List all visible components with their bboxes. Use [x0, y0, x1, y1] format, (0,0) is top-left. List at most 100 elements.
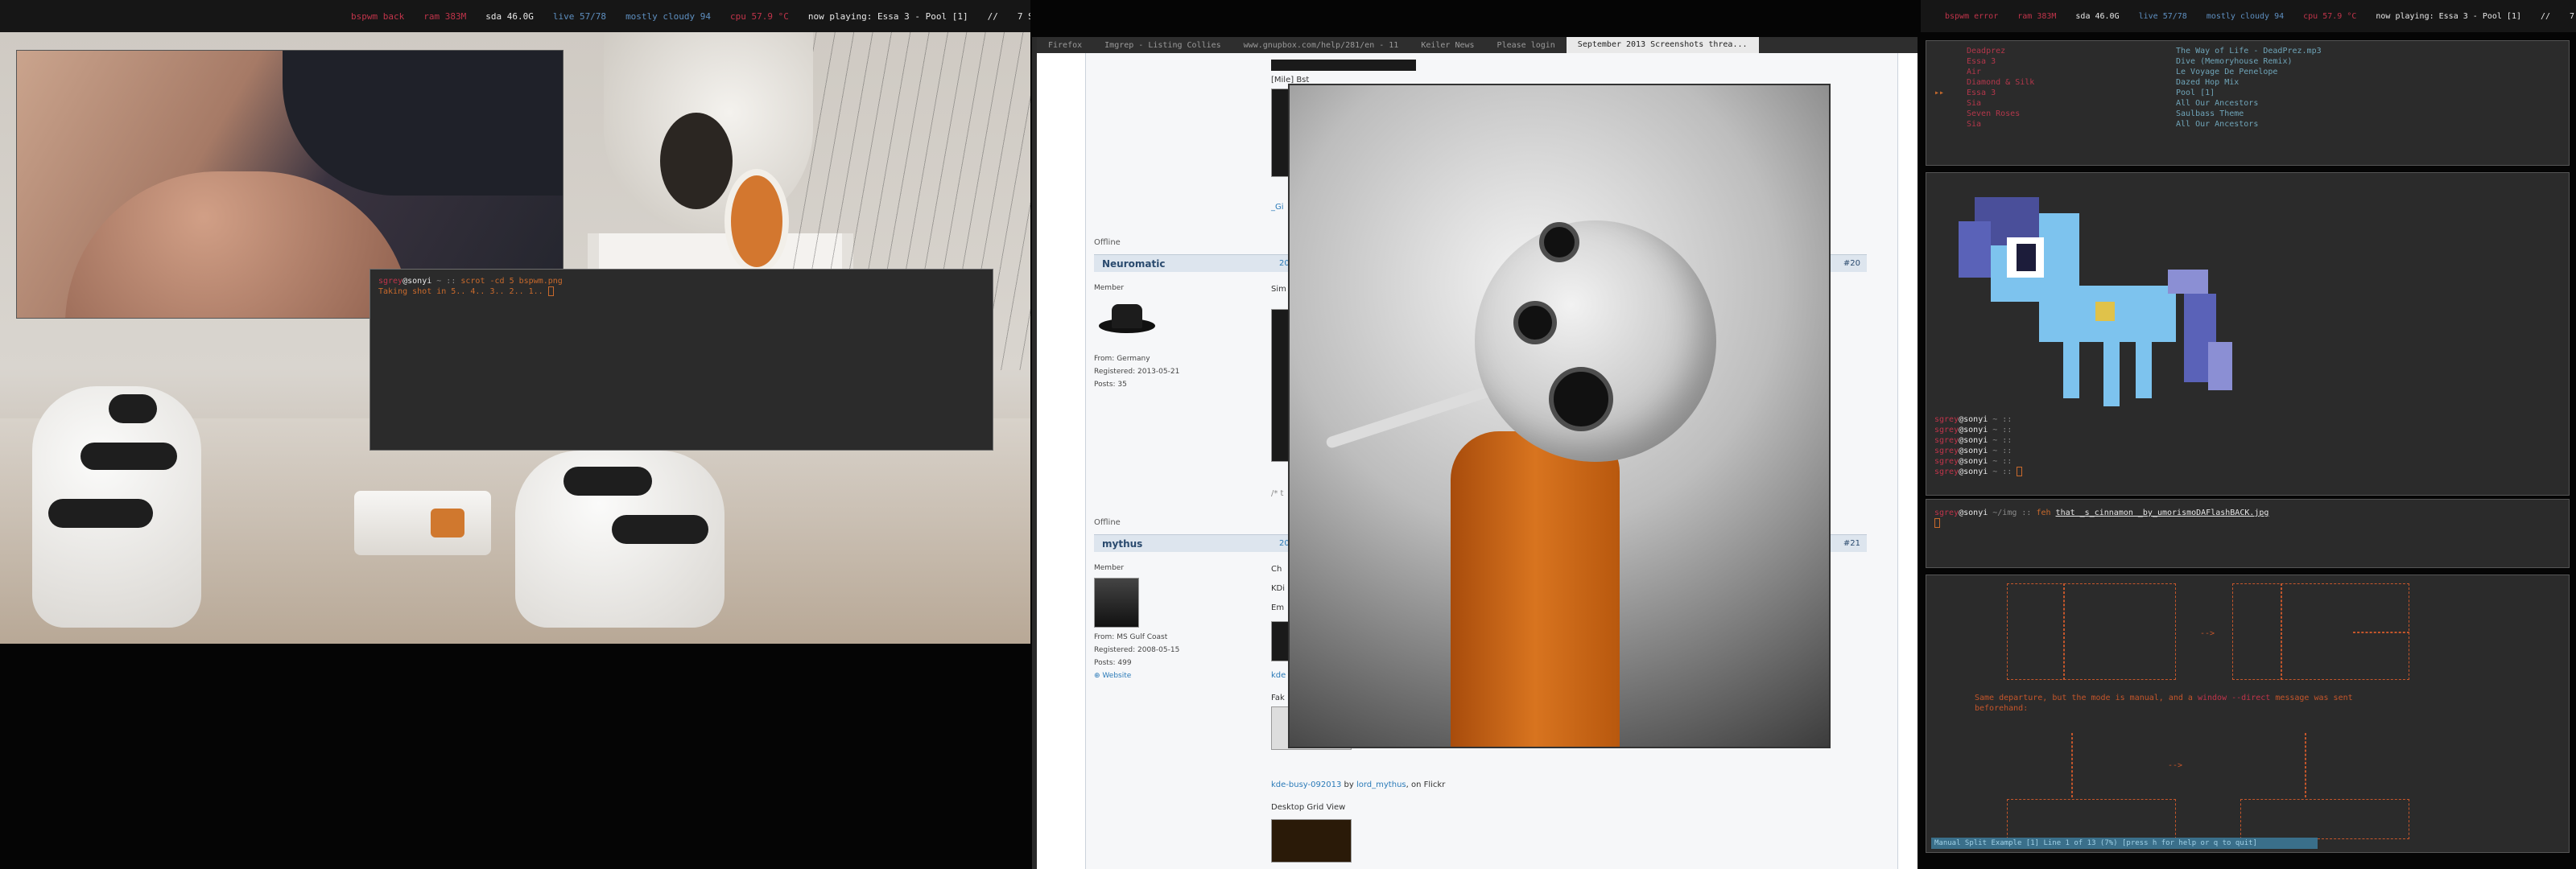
post-footer-text: /* t	[1271, 489, 1284, 498]
terminal-prompt-line: sgrey@sonyi ~ ::	[1934, 456, 2022, 467]
diagram-box	[2007, 583, 2176, 680]
playlist-row[interactable]: Sia All Our Ancestors	[1934, 119, 2561, 130]
user-role: Member	[1094, 284, 1125, 292]
image-orange-suit	[1451, 431, 1620, 747]
prompt-path: ~/img ::	[1988, 509, 2037, 517]
wallpaper-table	[354, 491, 491, 555]
diagram-divider	[2063, 583, 2065, 680]
playlist-row[interactable]: ▸▸ Essa 3 Pool [1]	[1934, 88, 2561, 98]
post-number[interactable]: #20	[1843, 259, 1860, 268]
helmet-ring	[724, 169, 789, 274]
prompt-host: @sonyi	[1959, 415, 1988, 424]
status-segment: 7 Sep 2:57	[1017, 10, 1030, 22]
pony-terminal[interactable]: sgrey@sonyi ~ :: sgrey@sonyi ~ :: sgrey@so…	[1926, 172, 2570, 496]
post-link-g[interactable]: _Gi	[1271, 203, 1284, 212]
helmet-visor	[660, 113, 733, 209]
browser-tab[interactable]: Keiler News	[1410, 41, 1485, 50]
user-role: Member	[1094, 564, 1125, 572]
browser-tab[interactable]: www.gnupbox.com/help/281/en - 11	[1232, 41, 1410, 50]
prompt-user: sgrey	[1934, 415, 1959, 424]
playlist-artist: Air	[1967, 68, 1982, 76]
playlist-title: Saulbass Theme	[2176, 109, 2244, 118]
playing-marker	[1934, 77, 1951, 88]
playlist-title: Le Voyage De Penelope	[2176, 68, 2278, 76]
playlist-artist: Essa 3	[1967, 89, 1996, 97]
status-bar-left: bspwm back ram 383M sda 46.0G live 57/78 mos…	[0, 0, 1030, 32]
post-line: KDi	[1271, 584, 1286, 593]
photo-sleeve	[283, 51, 563, 196]
browser-tab[interactable]: Firefox	[1037, 41, 1093, 50]
diagram-box	[2240, 799, 2409, 839]
playlist-artist: Deadprez	[1967, 47, 2006, 56]
caption-link[interactable]: kde-busy-092013	[1271, 780, 1341, 789]
diagram-box	[2007, 799, 2176, 839]
diagram-arrow: -->	[2168, 761, 2183, 770]
pony-pixel-art	[1959, 197, 2232, 406]
browser-tab[interactable]: Please login	[1486, 41, 1567, 50]
caption-suffix: , on Flickr	[1406, 780, 1446, 789]
floating-terminal[interactable]: sgrey@sonyi ~ :: scrot -cd 5 bspwm.png T…	[369, 269, 993, 451]
playlist-title: Dazed Hop Mix	[2176, 78, 2240, 87]
playlist-row[interactable]: Sia All Our Ancestors	[1934, 98, 2561, 109]
website-link[interactable]: ⊕ Website	[1094, 669, 1255, 682]
prompt-user: sgrey	[1934, 509, 1959, 517]
playlist-title: Dive (Memoryhouse Remix)	[2176, 57, 2293, 66]
status-segment: mostly cloudy 94	[625, 10, 712, 22]
note-text: message was sent	[2275, 694, 2353, 702]
speaker-front	[1549, 367, 1613, 431]
status-segment: live 57/78	[552, 10, 607, 22]
prompt-host: @sonyi	[402, 277, 432, 286]
prompt-user: sgrey	[1934, 426, 1959, 434]
terminal-command-line: sgrey@sonyi ~ :: scrot -cd 5 bspwm.png	[378, 276, 985, 286]
user-registered: Registered: 2008-05-15	[1094, 646, 1180, 654]
playlist-title: The Way of Life - DeadPrez.mp3	[2176, 47, 2322, 56]
prompt-user: sgrey	[1934, 447, 1959, 455]
status-segment: 7 Sep 2:57	[2570, 11, 2576, 21]
image-caption: kde-busy-092013 by lord_mythus, on Flick…	[1271, 780, 1445, 789]
prompt-list: sgrey@sonyi ~ :: sgrey@sonyi ~ :: sgrey@so…	[1934, 414, 2023, 477]
playlist-row[interactable]: Air Le Voyage De Penelope	[1934, 67, 2561, 77]
feh-terminal[interactable]: sgrey@sonyi ~/img :: feh that _s_cinnamo…	[1926, 499, 2570, 568]
post-username[interactable]: mythus	[1102, 538, 1142, 550]
avatar	[1094, 299, 1158, 348]
speaker-top	[1539, 222, 1579, 262]
playlist-row[interactable]: Seven Roses Saulbass Theme	[1934, 109, 2561, 119]
caption-author-link[interactable]: lord_mythus	[1356, 780, 1406, 789]
post-image-thumb[interactable]	[1271, 819, 1352, 863]
fake-label: Fak	[1271, 694, 1285, 702]
status-segment: now playing: Essa 3 - Pool [1]	[807, 10, 968, 22]
globe-icon: ⊕	[1094, 672, 1103, 680]
top-image-strip	[1271, 60, 1416, 71]
post-number[interactable]: #21	[1843, 539, 1860, 548]
feh-image-window[interactable]	[1288, 84, 1831, 748]
terminal-cursor	[547, 286, 554, 296]
playlist-title: All Our Ancestors	[2176, 120, 2259, 129]
terminal-command-line: sgrey@sonyi ~/img :: feh that _s_cinnamo…	[1934, 508, 2561, 518]
browser-tab[interactable]: September 2013 Screenshots threa...	[1566, 37, 1759, 53]
post-username[interactable]: Neuromatic	[1102, 258, 1165, 270]
terminal-output: Taking shot in 5.. 4.. 3.. 2.. 1..	[378, 287, 548, 296]
prompt-user: sgrey	[378, 277, 403, 286]
status-segment: ram 383M	[423, 10, 467, 22]
prompt-path: ~ ::	[431, 277, 456, 286]
playlist-row[interactable]: Deadprez The Way of Life - DeadPrez.mp3	[1934, 46, 2561, 56]
playlist-artist: Diamond & Silk	[1967, 78, 2035, 87]
playlist-row[interactable]: Diamond & Silk Dazed Hop Mix	[1934, 77, 2561, 88]
playing-marker	[1934, 56, 1951, 67]
wallpaper-helmet	[604, 32, 813, 274]
playing-marker	[1934, 46, 1951, 56]
post-snippet: Sim	[1271, 285, 1286, 294]
user-post-count: Posts: 499	[1094, 659, 1132, 667]
playlist-title: Pool [1]	[2176, 89, 2215, 97]
status-segment: cpu 57.9 °C	[730, 10, 789, 22]
playlist-row[interactable]: Essa 3 Dive (Memoryhouse Remix)	[1934, 56, 2561, 67]
prompt-path: ~ ::	[1988, 447, 2013, 455]
wallpaper-chair-right	[515, 451, 724, 628]
browser-tab[interactable]: Imgrep - Listing Collies	[1093, 41, 1232, 50]
prompt-host: @sonyi	[1959, 467, 1988, 476]
manual-pager-terminal[interactable]: --> Same departure, but the mode is manu…	[1926, 575, 2570, 853]
manual-note: Same departure, but the mode is manual, …	[1975, 693, 2538, 714]
prompt-host: @sonyi	[1959, 436, 1988, 445]
music-playlist-terminal[interactable]: Deadprez The Way of Life - DeadPrez.mp3 Es…	[1926, 40, 2570, 166]
kde-link[interactable]: kde	[1271, 671, 1286, 680]
